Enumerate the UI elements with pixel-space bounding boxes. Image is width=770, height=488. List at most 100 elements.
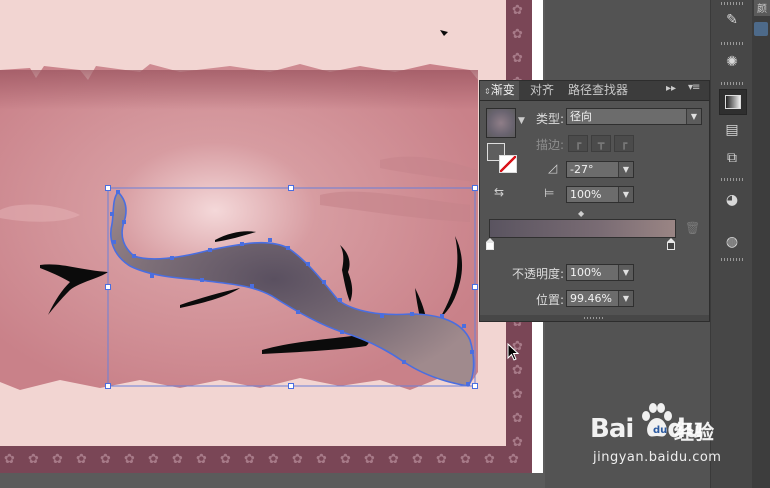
brushes-icon[interactable]: ✎ [719,8,745,32]
align-panel-icon[interactable]: ▤ [719,118,745,142]
resize-handle[interactable] [288,383,294,389]
border-ornament: ✿ [512,387,523,402]
resize-handle[interactable] [105,383,111,389]
eye-icon[interactable] [754,22,768,36]
resize-handle[interactable] [105,185,111,191]
resize-handle[interactable] [288,185,294,191]
stroke-along-button[interactable]: ┳ [591,135,611,152]
gradient-panel-icon[interactable] [719,89,747,115]
color-panel-tab[interactable]: 颜 [754,0,770,16]
strip-grip[interactable] [721,42,743,45]
border-ornament: ✿ [4,452,15,467]
border-ornament: ✿ [244,452,255,467]
border-ornament: ✿ [148,452,159,467]
far-right-panel-tabs: 颜 [752,0,770,488]
border-ornament: ✿ [28,452,39,467]
pathfinder-panel-icon[interactable]: ⧉ [719,146,745,170]
border-ornament: ✿ [196,452,207,467]
resize-handle[interactable] [472,185,478,191]
border-ornament: ✿ [460,452,471,467]
gradient-preview-swatch[interactable] [486,108,516,138]
decorative-border-bottom: ✿ ✿ ✿ ✿ ✿ ✿ ✿ ✿ ✿ ✿ ✿ ✿ ✿ ✿ ✿ ✿ ✿ ✿ ✿ ✿ ✿ ✿ [0,446,532,473]
border-ornament: ✿ [76,452,87,467]
document-canvas[interactable]: ✿✿✿✿✿✿✿✿✿✿✿✿✿✿✿✿✿✿✿✿ ✿✿✿✿✿✿✿✿✿✿✿✿✿✿✿✿✿✿✿… [0,0,545,488]
gradient-type-select[interactable]: 径向 ▼ [566,108,702,125]
tab-align[interactable]: 对齐 [526,81,558,100]
chevron-down-icon: ▼ [618,162,633,177]
angle-field[interactable]: -27° ▼ [566,161,634,178]
symbol-sprayer-icon[interactable]: ✺ [719,50,745,74]
paw-logo-icon: du [642,403,672,437]
resize-grip-icon[interactable] [584,317,604,319]
artwork[interactable] [0,0,532,473]
stroke-none-swatch[interactable] [499,155,517,173]
pink-top-shadow [0,70,478,110]
aspect-ratio-value: 100% [570,188,602,201]
border-ornament: ✿ [220,452,231,467]
gradient-stop-end[interactable] [667,238,675,250]
location-field[interactable]: 99.46% ▼ [566,290,634,307]
border-ornament: ✿ [512,27,523,42]
border-ornament: ✿ [484,452,495,467]
border-ornament: ✿ [508,452,519,467]
border-ornament: ✿ [388,452,399,467]
tab-pathfinder[interactable]: 路径查找器 [564,81,632,100]
resize-handle[interactable] [472,284,478,290]
arrow-cursor-icon [507,343,519,361]
strip-grip[interactable] [721,82,743,85]
aspect-ratio-field[interactable]: 100% ▼ [566,186,634,203]
border-ornament: ✿ [292,452,303,467]
gradient-stop-start[interactable] [486,238,494,250]
watermark-url: jingyan.baidu.com [593,450,722,465]
border-ornament: ✿ [172,452,183,467]
artboard[interactable]: ✿✿✿✿✿✿✿✿✿✿✿✿✿✿✿✿✿✿✿✿ ✿✿✿✿✿✿✿✿✿✿✿✿✿✿✿✿✿✿✿… [0,0,532,473]
transparency-panel-icon[interactable]: ◍ [719,230,745,254]
chevron-down-icon: ▼ [618,187,633,202]
angle-icon: ◿ [548,161,558,175]
aspect-ratio-icon: ⊨ [544,186,555,200]
stroke-within-button[interactable]: ┏ [568,135,588,152]
border-ornament: ✿ [436,452,447,467]
chevron-down-icon: ▼ [618,265,633,280]
chevron-down-icon[interactable]: ▼ [518,116,525,126]
opacity-field[interactable]: 100% ▼ [566,264,634,281]
color-guide-icon[interactable]: ◕ [719,188,745,212]
border-ornament: ✿ [364,452,375,467]
stroke-across-button[interactable]: ┏ [614,135,634,152]
fill-stroke-swatches[interactable] [487,143,517,173]
opacity-label: 不透明度: [511,267,564,281]
gradient-type-value: 径向 [570,110,592,123]
strip-grip[interactable] [721,178,743,181]
gradient-midpoint-diamond[interactable]: ◆ [578,209,584,218]
border-ornament: ✿ [316,452,327,467]
border-ornament: ✿ [412,452,423,467]
gradient-slider-ramp[interactable] [489,219,676,238]
tab-gradient[interactable]: ⇕渐变 [480,81,519,100]
chevron-down-icon: ▼ [618,291,633,306]
panel-tab-bar: ⇕渐变 对齐 路径查找器 ▸▸ ▾≡ [480,81,709,101]
resize-handle[interactable] [472,383,478,389]
opacity-value: 100% [570,266,602,279]
border-ornament: ✿ [124,452,135,467]
border-ornament: ✿ [340,452,351,467]
border-ornament: ✿ [512,363,523,378]
border-ornament: ✿ [52,452,63,467]
resize-handle[interactable] [105,284,111,290]
trash-icon[interactable]: 🗑 [685,221,700,235]
border-ornament: ✿ [268,452,279,467]
location-value: 99.46% [570,292,612,305]
collapse-arrows-icon[interactable]: ▸▸ [666,83,676,94]
location-label: 位置: [535,293,564,307]
baidu-jingyan-watermark: Bai du du 经验 jingyan.baidu.com [590,402,730,472]
border-ornament: ✿ [512,411,523,426]
watermark-jingyan: 经验 [674,420,714,444]
angle-value: -27° [570,163,594,176]
panel-resize-footer[interactable] [480,315,709,321]
gradient-panel: ⇕渐变 对齐 路径查找器 ▸▸ ▾≡ ▼ 类型: 径向 ▼ 描边: ┏ ┳ ┏ … [479,80,710,322]
border-ornament: ✿ [512,51,523,66]
strip-grip[interactable] [721,2,743,5]
strip-grip[interactable] [721,258,743,261]
reverse-gradient-icon[interactable]: ⇆ [494,185,504,199]
stroke-label: 描边: [535,138,564,152]
panel-menu-icon[interactable]: ▾≡ [688,82,700,93]
